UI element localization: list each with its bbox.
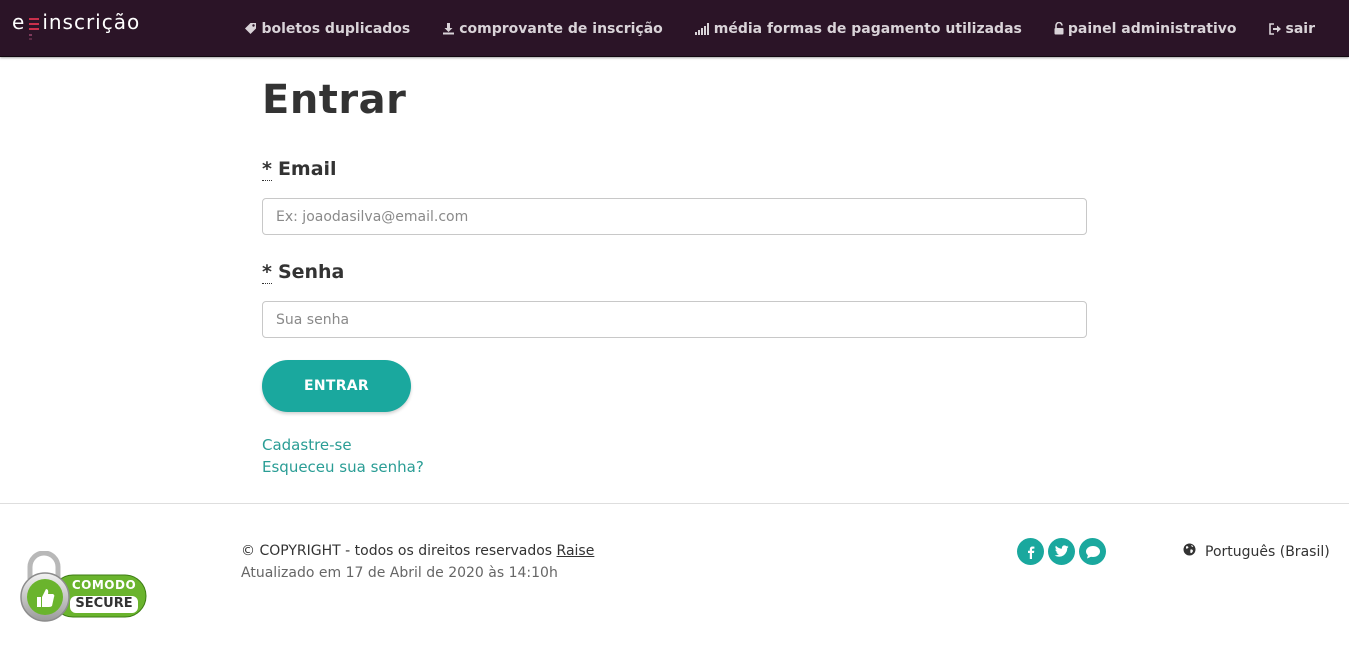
forgot-password-link[interactable]: Esqueceu sua senha? (262, 456, 1087, 478)
nav-label: painel administrativo (1067, 20, 1237, 37)
tag-icon (244, 22, 257, 35)
copyright-text: © COPYRIGHT - todos os direitos reservad… (241, 540, 594, 562)
navbar: e inscrição boletos duplicados comprovan… (0, 0, 1349, 57)
password-field[interactable] (262, 301, 1087, 338)
twitter-icon[interactable] (1048, 538, 1075, 565)
email-field[interactable] (262, 198, 1087, 235)
chat-icon[interactable] (1079, 538, 1106, 565)
email-label: * Email (262, 156, 1087, 182)
last-updated: Atualizado em 17 de Abril de 2020 às 14:… (241, 565, 558, 581)
badge-text-secure: SECURE (75, 596, 133, 611)
footer-divider (0, 503, 1349, 504)
signup-link[interactable]: Cadastre-se (262, 434, 1087, 456)
unlock-icon (1054, 22, 1064, 35)
globe-icon (1183, 541, 1196, 563)
email-label-text: Email (277, 158, 337, 180)
password-label-text: Senha (277, 261, 345, 283)
nav-sair[interactable]: sair (1268, 20, 1315, 37)
page-title: Entrar (262, 77, 407, 123)
download-icon (442, 22, 455, 35)
brand-name: inscrição (42, 10, 141, 34)
nav-label: média formas de pagamento utilizadas (713, 20, 1022, 37)
brand-mark-icon (28, 9, 40, 41)
raise-link[interactable]: Raise (557, 543, 595, 559)
nav-media-formas-pagamento[interactable]: média formas de pagamento utilizadas (694, 20, 1022, 37)
nav-painel-administrativo[interactable]: painel administrativo (1054, 21, 1237, 37)
brand-prefix: e (12, 10, 26, 34)
badge-text-comodo: COMODO (71, 578, 137, 592)
social-links (1017, 538, 1106, 565)
required-mark: * (262, 261, 272, 284)
required-mark: * (262, 158, 272, 181)
language-label: Português (Brasil) (1205, 544, 1330, 560)
brand-logo[interactable]: e inscrição (12, 9, 140, 41)
nav-label: comprovante de inscrição (459, 20, 663, 37)
login-button[interactable]: ENTRAR (262, 360, 411, 412)
auth-links: Cadastre-se Esqueceu sua senha? (262, 434, 1087, 478)
password-label: * Senha (262, 259, 1087, 285)
nav-label: sair (1285, 20, 1315, 37)
login-section: Entrar *Email *Senha ENTRAR Cadastre-se … (262, 70, 1087, 478)
comodo-secure-badge[interactable]: COMODO SECURE (18, 550, 148, 623)
nav-label: boletos duplicados (261, 20, 411, 37)
nav-boletos-duplicados[interactable]: boletos duplicados (244, 21, 410, 37)
sign-out-icon (1268, 22, 1282, 35)
facebook-icon[interactable] (1017, 538, 1044, 565)
copyright-prefix: © COPYRIGHT - todos os direitos reservad… (241, 543, 553, 559)
nav-comprovante-inscricao[interactable]: comprovante de inscrição (442, 21, 663, 37)
main-nav: boletos duplicados comprovante de inscri… (212, 0, 1315, 57)
signal-icon (694, 22, 710, 35)
language-selector[interactable]: Português (Brasil) (1183, 541, 1330, 563)
